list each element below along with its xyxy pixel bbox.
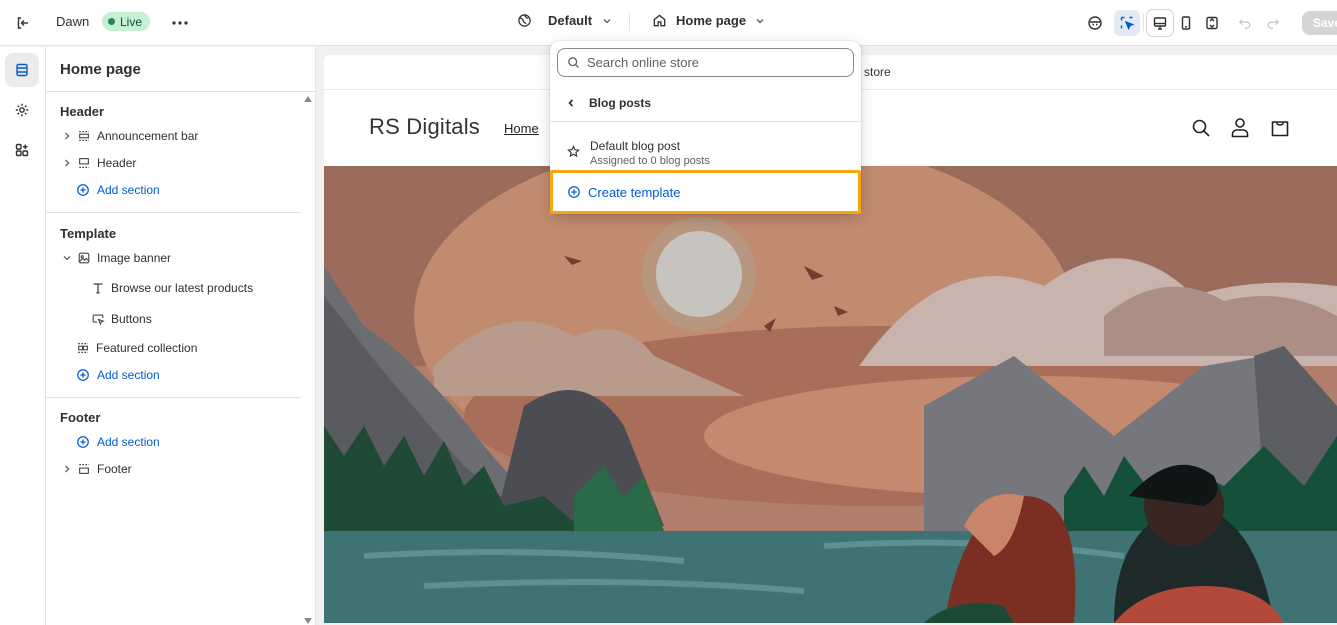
search-icon	[568, 57, 579, 68]
section-label: Image banner	[97, 251, 172, 265]
collection-icon	[78, 343, 88, 353]
cart-icon[interactable]	[1270, 117, 1290, 138]
section-row-header[interactable]: Header	[62, 156, 136, 170]
undo-icon[interactable]	[1232, 10, 1258, 36]
template-name: Default blog post	[590, 139, 681, 153]
search-icon[interactable]	[1191, 118, 1211, 138]
scroll-up-icon[interactable]	[304, 96, 312, 102]
settings-gear-icon[interactable]	[5, 93, 39, 127]
section-row-image-banner[interactable]: Image banner	[62, 251, 171, 265]
add-section-button[interactable]: Add section	[76, 435, 160, 449]
plus-circle-icon	[77, 369, 89, 381]
toolbar-divider	[1143, 13, 1144, 31]
account-icon[interactable]	[1230, 117, 1250, 138]
live-badge: Live	[102, 12, 151, 31]
template-option-default-blog-post[interactable]: Default blog post Assigned to 0 blog pos…	[550, 131, 861, 171]
group-heading-header: Header	[60, 104, 105, 119]
section-layout-icon	[79, 158, 89, 168]
image-banner[interactable]	[324, 166, 1337, 623]
button-cursor-icon	[92, 314, 105, 326]
apps-icon[interactable]	[5, 133, 39, 167]
toolbar-divider	[629, 13, 630, 31]
theme-selector[interactable]: Default	[517, 13, 612, 28]
image-icon	[78, 252, 90, 264]
group-heading-footer: Footer	[60, 410, 101, 425]
chevron-down-icon	[756, 18, 764, 23]
add-section-label: Add section	[97, 368, 160, 382]
chevron-right-icon	[65, 465, 70, 473]
globe-icon	[518, 14, 531, 27]
plus-circle-icon	[77, 436, 89, 448]
chevron-down-icon	[63, 256, 71, 261]
sidekick-icon[interactable]	[1082, 10, 1108, 36]
chevron-down-icon	[603, 18, 611, 23]
group-heading-template: Template	[60, 226, 117, 241]
theme-name: Dawn	[56, 14, 90, 29]
search-placeholder: Search online store	[587, 55, 700, 70]
section-label: Footer	[97, 462, 132, 476]
inspector-icon[interactable]	[1114, 10, 1140, 36]
chevron-left-icon	[568, 99, 574, 107]
editor-rail	[0, 47, 46, 625]
nav-home-link[interactable]: Home	[504, 121, 539, 136]
add-section-label: Add section	[97, 183, 160, 197]
text-icon	[93, 283, 103, 294]
search-input[interactable]: Search online store	[557, 48, 854, 77]
divider	[46, 397, 301, 398]
section-label: Announcement bar	[97, 129, 199, 143]
add-section-button[interactable]: Add section	[76, 183, 160, 197]
live-dot-icon	[108, 18, 115, 25]
theme-selector-label: Default	[548, 13, 593, 28]
template-meta: Assigned to 0 blog posts	[590, 155, 710, 167]
chevron-right-icon	[65, 159, 70, 167]
create-template-button[interactable]: Create template	[550, 170, 861, 214]
add-section-button[interactable]: Add section	[76, 368, 160, 382]
add-section-label: Add section	[97, 435, 160, 449]
star-icon	[567, 145, 580, 158]
sections-icon[interactable]	[5, 53, 39, 87]
scroll-down-icon[interactable]	[304, 618, 312, 624]
redo-icon[interactable]	[1260, 10, 1286, 36]
block-label: Buttons	[111, 312, 152, 326]
chevron-right-icon	[65, 132, 70, 140]
panel-title: Home page	[60, 61, 141, 78]
section-label: Header	[97, 156, 137, 170]
mobile-view-icon[interactable]	[1173, 10, 1199, 36]
section-row-footer[interactable]: Footer	[62, 462, 132, 476]
page-selector[interactable]: Home page	[652, 13, 765, 28]
home-icon	[653, 14, 666, 27]
section-row-announcement-bar[interactable]: Announcement bar	[62, 129, 198, 143]
create-template-label: Create template	[588, 184, 681, 200]
back-to-blog-posts[interactable]: Blog posts	[550, 85, 861, 122]
block-label: Browse our latest products	[111, 281, 254, 295]
plus-circle-icon	[77, 184, 89, 196]
section-label: Featured collection	[96, 341, 198, 355]
editor-topbar: Dawn Live Default Home page Save	[0, 0, 1337, 46]
block-row-heading[interactable]: Browse our latest products	[91, 281, 253, 295]
plus-circle-icon	[568, 186, 580, 198]
save-button[interactable]: Save	[1302, 11, 1337, 35]
back-label: Blog posts	[589, 96, 651, 110]
store-brand[interactable]: RS Digitals	[369, 114, 480, 140]
fullscreen-icon[interactable]	[1199, 10, 1225, 36]
section-row-featured-collection[interactable]: Featured collection	[76, 341, 197, 355]
desktop-view-icon[interactable]	[1147, 10, 1173, 36]
page-selector-label: Home page	[676, 13, 747, 28]
divider	[46, 91, 316, 92]
block-row-buttons[interactable]: Buttons	[91, 312, 152, 326]
more-actions-icon[interactable]	[167, 10, 193, 36]
section-layout-icon	[79, 464, 89, 474]
exit-icon[interactable]	[10, 10, 36, 36]
divider	[46, 212, 301, 213]
template-picker-dropdown: Search online store Blog posts Default b…	[550, 41, 861, 214]
live-badge-label: Live	[120, 14, 143, 29]
sections-panel: Home page Header Announcement bar Header…	[46, 47, 316, 625]
announcement-text: store	[864, 65, 891, 79]
section-layout-icon	[79, 131, 89, 141]
